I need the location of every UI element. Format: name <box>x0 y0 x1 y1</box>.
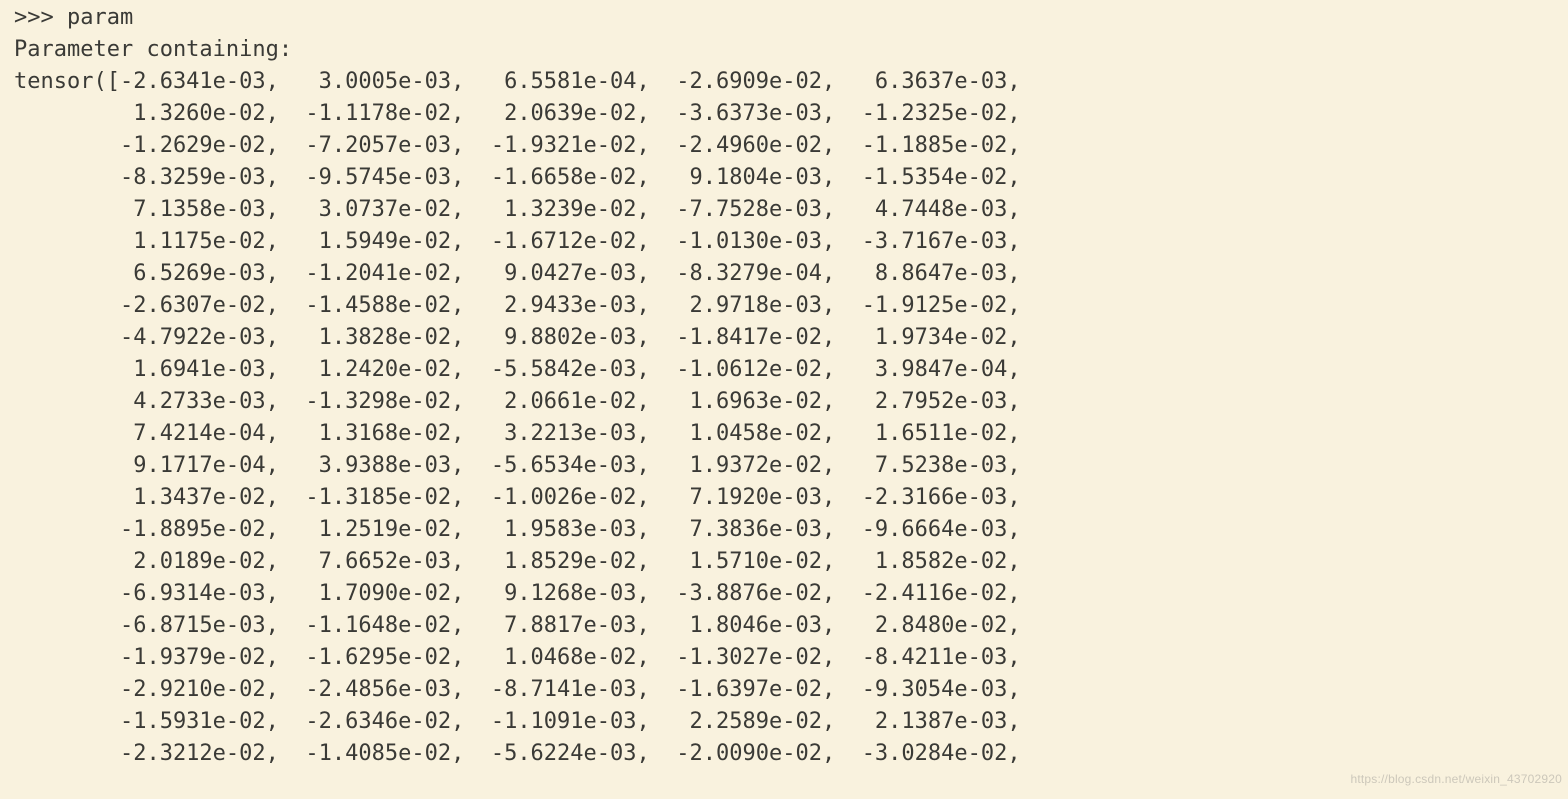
code-output: >>> param Parameter containing: tensor([… <box>0 0 1568 770</box>
